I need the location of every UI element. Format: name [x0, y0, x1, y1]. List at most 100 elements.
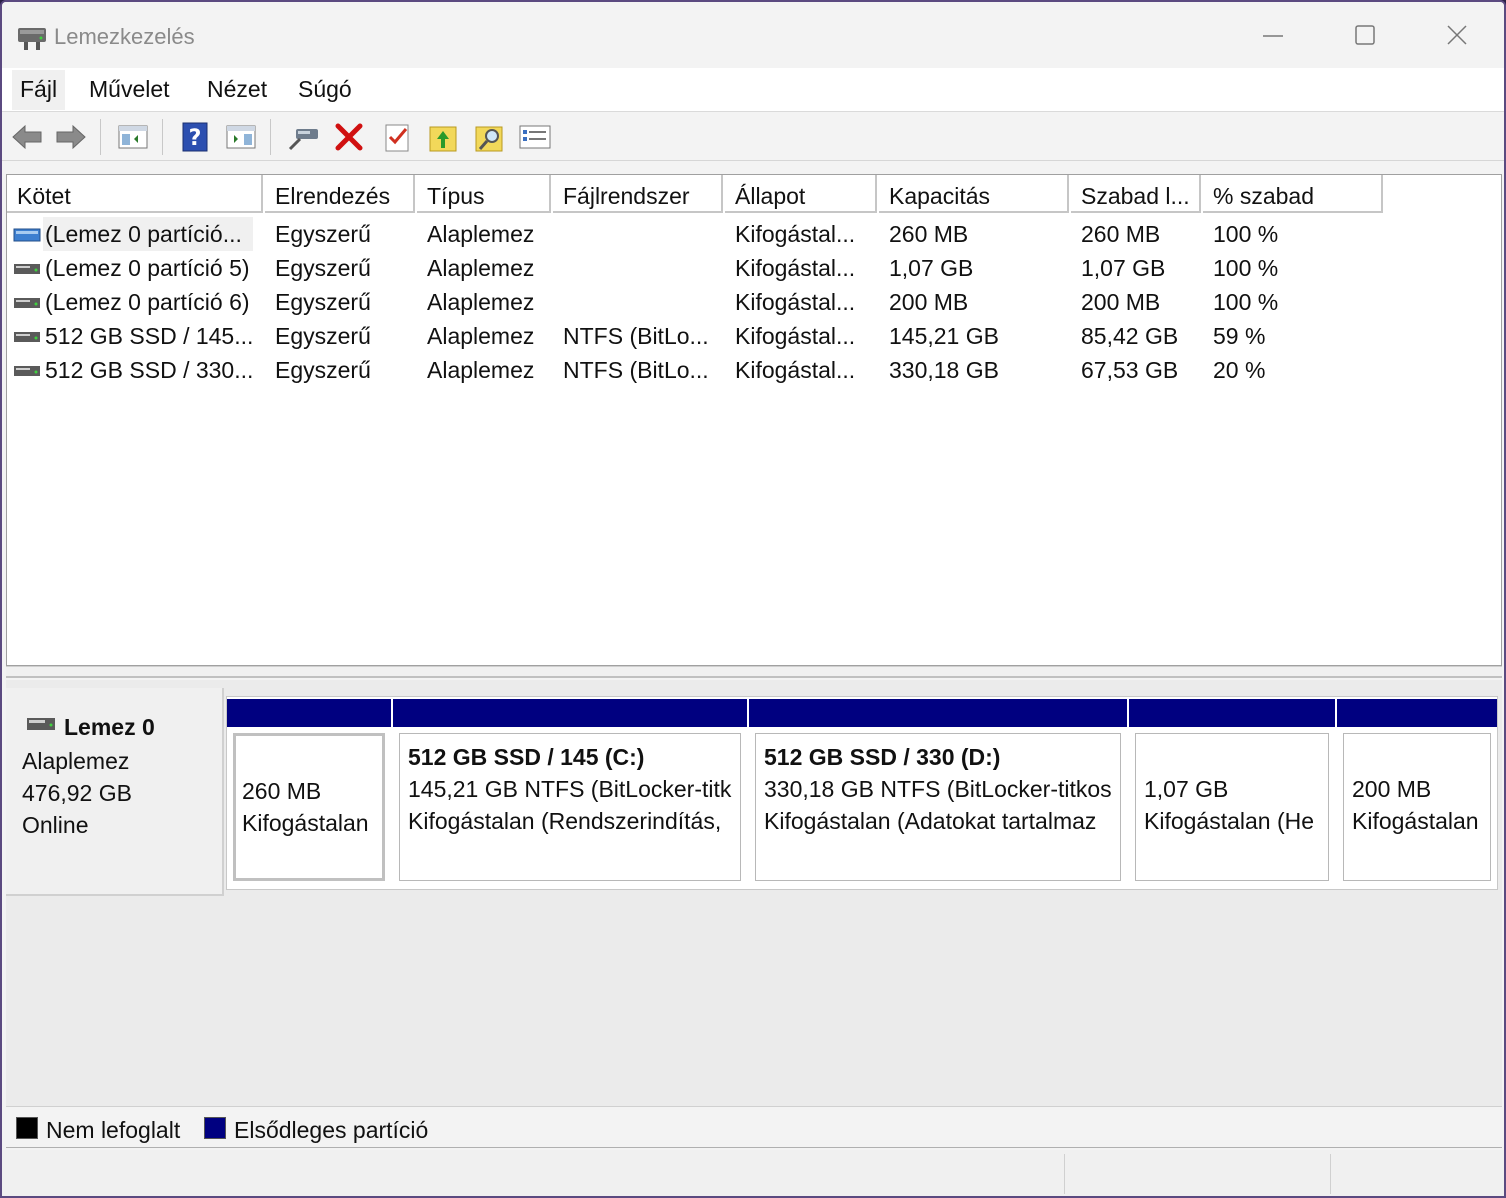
partition-status: Kifogástalan (He: [1144, 808, 1315, 834]
column-header-volume[interactable]: Kötet: [7, 175, 263, 213]
cell-volume: 512 GB SSD / 330...: [45, 357, 254, 383]
table-row[interactable]: (Lemez 0 partíció 6) Egyszerű Alaplemez …: [7, 285, 1387, 319]
cell-percent-free: 59 %: [1213, 323, 1266, 349]
partition-status: Kifogástalan (Rendszerindítás,: [408, 808, 722, 834]
disk-management-window: Lemezkezelés Fájl Művelet Nézet Súgó ? K…: [0, 0, 1506, 1198]
partition-type-bar: [1337, 699, 1497, 727]
show-hide-action-pane-icon[interactable]: [224, 121, 258, 153]
cell-filesystem: NTFS (BitLo...: [563, 323, 709, 349]
menu-action[interactable]: Művelet: [81, 76, 178, 103]
volume-icon: [13, 363, 41, 379]
menu-view[interactable]: Nézet: [199, 76, 275, 103]
cell-percent-free: 100 %: [1213, 255, 1279, 281]
pane-splitter[interactable]: [6, 666, 1502, 678]
partition-d[interactable]: 512 GB SSD / 330 (D:) 330,18 GB NTFS (Bi…: [749, 697, 1127, 889]
table-row[interactable]: 512 GB SSD / 330... Egyszerű Alaplemez N…: [7, 353, 1387, 387]
menu-file[interactable]: Fájl: [12, 70, 66, 110]
volume-icon: [13, 261, 41, 277]
cell-volume: (Lemez 0 partíció...: [45, 221, 242, 247]
cell-layout: Egyszerű: [275, 357, 371, 383]
cell-type: Alaplemez: [427, 357, 535, 383]
cell-layout: Egyszerű: [275, 255, 371, 281]
disk-management-app-icon: [16, 22, 48, 52]
menu-help[interactable]: Súgó: [290, 76, 360, 103]
cell-free-space: 1,07 GB: [1081, 255, 1166, 281]
cell-volume: 512 GB SSD / 145...: [45, 323, 254, 349]
cell-filesystem: NTFS (BitLo...: [563, 357, 709, 383]
partition-type-bar: [393, 699, 747, 727]
column-header-free-space[interactable]: Szabad l...: [1071, 175, 1201, 213]
table-row[interactable]: (Lemez 0 partíció 5) Egyszerű Alaplemez …: [7, 251, 1387, 285]
cell-status: Kifogástal...: [735, 357, 856, 383]
cell-capacity: 260 MB: [889, 221, 969, 247]
partition-5[interactable]: 1,07 GB Kifogástalan (He: [1129, 697, 1335, 889]
legend-label-unallocated: Nem lefoglalt: [46, 1117, 181, 1143]
cell-capacity: 145,21 GB: [889, 323, 999, 349]
partition-efi[interactable]: 260 MB Kifogástalan: [227, 697, 391, 889]
table-row[interactable]: (Lemez 0 partíció... Egyszerű Alaplemez …: [7, 217, 1387, 251]
column-header-capacity[interactable]: Kapacitás: [879, 175, 1069, 213]
partition-size: 145,21 GB NTFS (BitLocker-titk: [408, 776, 732, 802]
disk-name: Lemez 0: [64, 714, 155, 740]
partition-status: Kifogástalan: [242, 810, 369, 837]
forward-icon[interactable]: [54, 121, 88, 153]
disk-icon: [26, 714, 56, 734]
partition-box: 200 MB Kifogástalan: [1343, 733, 1491, 881]
table-row[interactable]: 512 GB SSD / 145... Egyszerű Alaplemez N…: [7, 319, 1387, 353]
partition-size: 330,18 GB NTFS (BitLocker-titkos: [764, 776, 1112, 802]
cell-layout: Egyszerű: [275, 323, 371, 349]
checklist-icon[interactable]: [380, 121, 414, 153]
column-header-filesystem[interactable]: Fájlrendszer: [553, 175, 723, 213]
partition-box: 512 GB SSD / 145 (C:) 145,21 GB NTFS (Bi…: [399, 733, 741, 881]
status-separator: [1064, 1154, 1065, 1194]
partition-6[interactable]: 200 MB Kifogástalan: [1337, 697, 1497, 889]
maximize-button[interactable]: [1342, 16, 1388, 56]
svg-text:?: ?: [189, 126, 202, 151]
cell-free-space: 200 MB: [1081, 289, 1161, 315]
column-header-status[interactable]: Állapot: [725, 175, 877, 213]
cell-type: Alaplemez: [427, 289, 535, 315]
cell-free-space: 260 MB: [1081, 221, 1161, 247]
cell-type: Alaplemez: [427, 323, 535, 349]
partition-strip: 260 MB Kifogástalan 512 GB SSD / 145 (C:…: [226, 696, 1498, 890]
properties-icon[interactable]: [518, 121, 552, 153]
delete-icon[interactable]: [332, 121, 366, 153]
cell-percent-free: 20 %: [1213, 357, 1266, 383]
volume-icon: [13, 329, 41, 345]
toolbar: ?: [2, 113, 1504, 161]
column-header-type[interactable]: Típus: [417, 175, 551, 213]
disk-info-label[interactable]: Lemez 0 Alaplemez 476,92 GB Online: [6, 688, 224, 896]
partition-status: Kifogástalan: [1352, 808, 1479, 834]
partition-c[interactable]: 512 GB SSD / 145 (C:) 145,21 GB NTFS (Bi…: [393, 697, 747, 889]
toolbar-separator: [270, 119, 271, 155]
back-icon[interactable]: [10, 121, 44, 153]
cell-percent-free: 100 %: [1213, 289, 1279, 315]
legend-label-primary: Elsődleges partíció: [234, 1117, 429, 1143]
search-folder-icon[interactable]: [472, 121, 506, 153]
help-icon[interactable]: ?: [178, 121, 212, 153]
connect-virtual-disk-icon[interactable]: [286, 121, 320, 153]
open-folder-up-icon[interactable]: [426, 121, 460, 153]
cell-status: Kifogástal...: [735, 255, 856, 281]
cell-status: Kifogástal...: [735, 289, 856, 315]
column-header-percent-free[interactable]: % szabad: [1203, 175, 1383, 213]
status-separator: [1330, 1154, 1331, 1194]
partition-type-bar: [1129, 699, 1335, 727]
partition-size: 260 MB: [242, 778, 322, 805]
show-hide-console-tree-icon[interactable]: [116, 121, 150, 153]
cell-capacity: 200 MB: [889, 289, 969, 315]
cell-volume: (Lemez 0 partíció 5): [45, 255, 250, 281]
minimize-button[interactable]: [1250, 16, 1296, 56]
status-bar: [2, 1150, 1504, 1196]
toolbar-separator: [100, 119, 101, 155]
partition-size: 1,07 GB: [1144, 776, 1229, 802]
partition-box: 1,07 GB Kifogástalan (He: [1135, 733, 1329, 881]
legend-swatch-unallocated: [16, 1117, 38, 1139]
menu-bar: Fájl Művelet Nézet Súgó: [2, 68, 1504, 112]
cell-status: Kifogástal...: [735, 323, 856, 349]
system-volume-icon: [13, 227, 41, 243]
legend-bar: Nem lefoglalt Elsődleges partíció: [6, 1106, 1502, 1148]
disk-layout-pane: Lemez 0 Alaplemez 476,92 GB Online 260 M…: [6, 680, 1502, 1106]
column-header-layout[interactable]: Elrendezés: [265, 175, 415, 213]
close-button[interactable]: [1434, 16, 1480, 56]
